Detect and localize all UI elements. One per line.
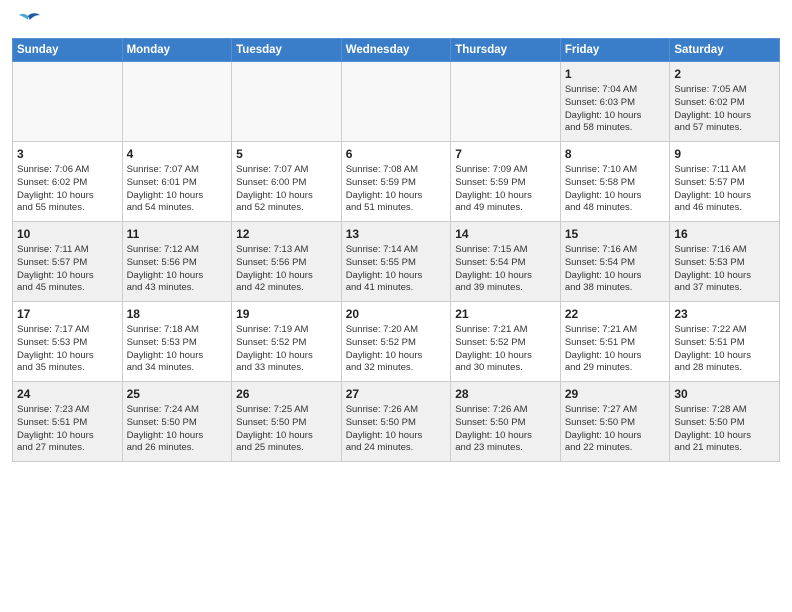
calendar-header-monday: Monday <box>122 38 232 61</box>
day-number: 13 <box>346 226 447 242</box>
day-number: 26 <box>236 386 337 402</box>
calendar-cell: 29Sunrise: 7:27 AMSunset: 5:50 PMDayligh… <box>560 381 670 461</box>
calendar-cell: 12Sunrise: 7:13 AMSunset: 5:56 PMDayligh… <box>232 221 342 301</box>
day-number: 25 <box>127 386 228 402</box>
calendar-cell: 7Sunrise: 7:09 AMSunset: 5:59 PMDaylight… <box>451 141 561 221</box>
calendar-cell: 19Sunrise: 7:19 AMSunset: 5:52 PMDayligh… <box>232 301 342 381</box>
calendar-week-5: 24Sunrise: 7:23 AMSunset: 5:51 PMDayligh… <box>13 381 780 461</box>
day-number: 16 <box>674 226 775 242</box>
calendar-cell: 23Sunrise: 7:22 AMSunset: 5:51 PMDayligh… <box>670 301 780 381</box>
calendar-cell: 22Sunrise: 7:21 AMSunset: 5:51 PMDayligh… <box>560 301 670 381</box>
calendar-cell <box>13 61 123 141</box>
calendar-header-row: SundayMondayTuesdayWednesdayThursdayFrid… <box>13 38 780 61</box>
calendar-cell <box>341 61 451 141</box>
logo <box>12 10 42 32</box>
calendar-cell: 14Sunrise: 7:15 AMSunset: 5:54 PMDayligh… <box>451 221 561 301</box>
calendar-cell <box>451 61 561 141</box>
calendar-cell: 4Sunrise: 7:07 AMSunset: 6:01 PMDaylight… <box>122 141 232 221</box>
calendar-table: SundayMondayTuesdayWednesdayThursdayFrid… <box>12 38 780 462</box>
calendar-cell: 2Sunrise: 7:05 AMSunset: 6:02 PMDaylight… <box>670 61 780 141</box>
day-number: 2 <box>674 66 775 82</box>
day-number: 14 <box>455 226 556 242</box>
day-number: 28 <box>455 386 556 402</box>
day-number: 8 <box>565 146 666 162</box>
calendar-cell: 16Sunrise: 7:16 AMSunset: 5:53 PMDayligh… <box>670 221 780 301</box>
calendar-cell: 1Sunrise: 7:04 AMSunset: 6:03 PMDaylight… <box>560 61 670 141</box>
day-number: 4 <box>127 146 228 162</box>
calendar-cell: 5Sunrise: 7:07 AMSunset: 6:00 PMDaylight… <box>232 141 342 221</box>
calendar-cell: 21Sunrise: 7:21 AMSunset: 5:52 PMDayligh… <box>451 301 561 381</box>
calendar-cell: 8Sunrise: 7:10 AMSunset: 5:58 PMDaylight… <box>560 141 670 221</box>
day-number: 24 <box>17 386 118 402</box>
day-number: 10 <box>17 226 118 242</box>
calendar-cell: 9Sunrise: 7:11 AMSunset: 5:57 PMDaylight… <box>670 141 780 221</box>
calendar-week-2: 3Sunrise: 7:06 AMSunset: 6:02 PMDaylight… <box>13 141 780 221</box>
logo-bird-icon <box>14 12 42 32</box>
calendar-header-friday: Friday <box>560 38 670 61</box>
day-number: 17 <box>17 306 118 322</box>
calendar-cell: 3Sunrise: 7:06 AMSunset: 6:02 PMDaylight… <box>13 141 123 221</box>
day-number: 9 <box>674 146 775 162</box>
day-number: 12 <box>236 226 337 242</box>
calendar-cell: 24Sunrise: 7:23 AMSunset: 5:51 PMDayligh… <box>13 381 123 461</box>
day-number: 18 <box>127 306 228 322</box>
calendar-week-1: 1Sunrise: 7:04 AMSunset: 6:03 PMDaylight… <box>13 61 780 141</box>
calendar-header-wednesday: Wednesday <box>341 38 451 61</box>
calendar-cell: 20Sunrise: 7:20 AMSunset: 5:52 PMDayligh… <box>341 301 451 381</box>
day-number: 11 <box>127 226 228 242</box>
calendar-header-sunday: Sunday <box>13 38 123 61</box>
calendar-cell: 6Sunrise: 7:08 AMSunset: 5:59 PMDaylight… <box>341 141 451 221</box>
day-number: 7 <box>455 146 556 162</box>
calendar-cell: 30Sunrise: 7:28 AMSunset: 5:50 PMDayligh… <box>670 381 780 461</box>
calendar-cell: 18Sunrise: 7:18 AMSunset: 5:53 PMDayligh… <box>122 301 232 381</box>
calendar-cell <box>232 61 342 141</box>
day-number: 29 <box>565 386 666 402</box>
calendar-cell: 26Sunrise: 7:25 AMSunset: 5:50 PMDayligh… <box>232 381 342 461</box>
calendar-cell: 10Sunrise: 7:11 AMSunset: 5:57 PMDayligh… <box>13 221 123 301</box>
day-number: 5 <box>236 146 337 162</box>
calendar-header-tuesday: Tuesday <box>232 38 342 61</box>
calendar-cell: 11Sunrise: 7:12 AMSunset: 5:56 PMDayligh… <box>122 221 232 301</box>
day-number: 22 <box>565 306 666 322</box>
day-number: 27 <box>346 386 447 402</box>
calendar-cell: 27Sunrise: 7:26 AMSunset: 5:50 PMDayligh… <box>341 381 451 461</box>
calendar-week-4: 17Sunrise: 7:17 AMSunset: 5:53 PMDayligh… <box>13 301 780 381</box>
calendar-week-3: 10Sunrise: 7:11 AMSunset: 5:57 PMDayligh… <box>13 221 780 301</box>
calendar-cell: 13Sunrise: 7:14 AMSunset: 5:55 PMDayligh… <box>341 221 451 301</box>
header <box>12 10 780 32</box>
day-number: 21 <box>455 306 556 322</box>
page-container: SundayMondayTuesdayWednesdayThursdayFrid… <box>0 0 792 468</box>
calendar-cell: 28Sunrise: 7:26 AMSunset: 5:50 PMDayligh… <box>451 381 561 461</box>
day-number: 1 <box>565 66 666 82</box>
day-number: 23 <box>674 306 775 322</box>
calendar-cell <box>122 61 232 141</box>
day-number: 15 <box>565 226 666 242</box>
day-number: 6 <box>346 146 447 162</box>
calendar-cell: 25Sunrise: 7:24 AMSunset: 5:50 PMDayligh… <box>122 381 232 461</box>
calendar-header-thursday: Thursday <box>451 38 561 61</box>
day-number: 19 <box>236 306 337 322</box>
day-number: 30 <box>674 386 775 402</box>
calendar-cell: 17Sunrise: 7:17 AMSunset: 5:53 PMDayligh… <box>13 301 123 381</box>
day-number: 20 <box>346 306 447 322</box>
calendar-cell: 15Sunrise: 7:16 AMSunset: 5:54 PMDayligh… <box>560 221 670 301</box>
calendar-header-saturday: Saturday <box>670 38 780 61</box>
day-number: 3 <box>17 146 118 162</box>
